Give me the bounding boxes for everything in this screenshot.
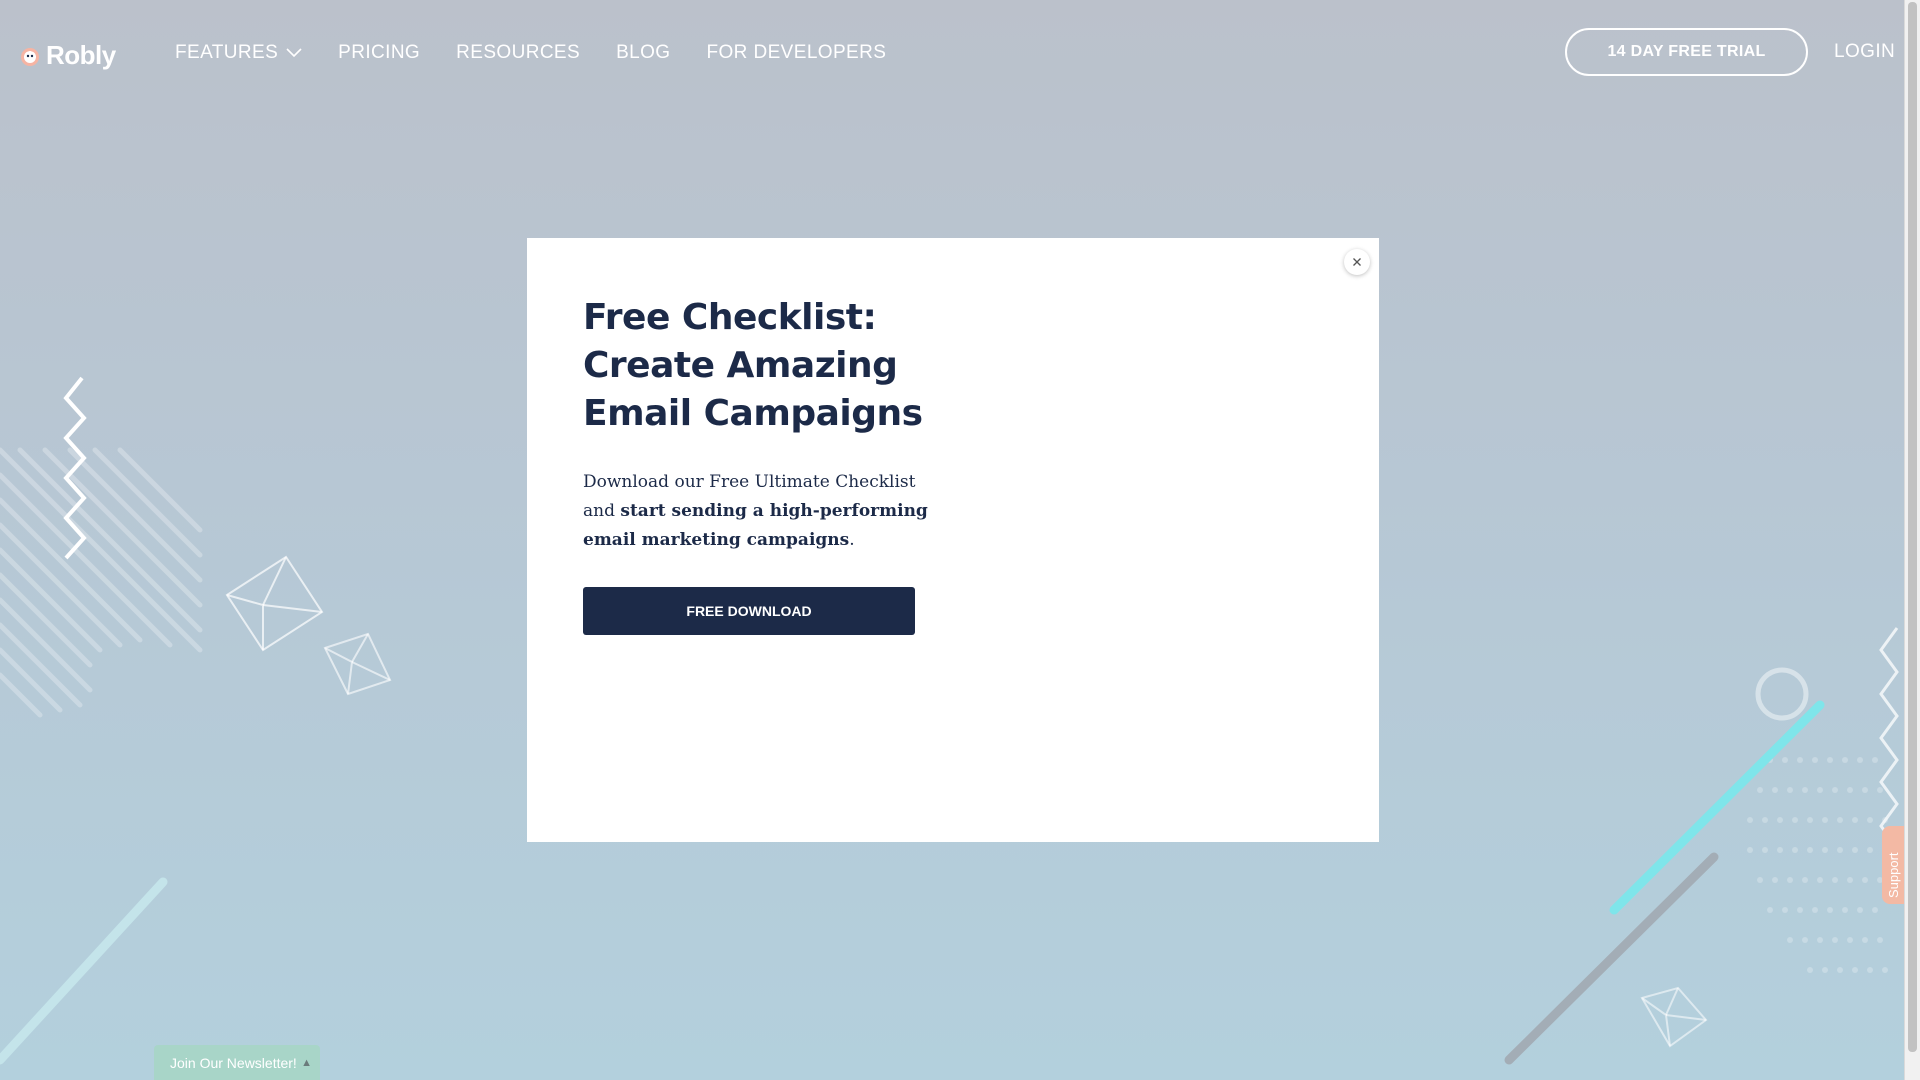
nav-item-pricing[interactable]: PRICING [338,42,420,64]
nav-item-label: FOR DEVELOPERS [706,42,887,63]
nav-item-label: BLOG [616,42,671,63]
decorative-shapes-right [1504,627,1899,1065]
logo-text: Robly [46,40,116,70]
modal-title: Free Checklist: Create Amazing Email Cam… [583,297,923,434]
nav-item-features[interactable]: FEATURES [175,42,302,64]
chevron-down-icon [286,48,302,58]
newsletter-label: Join Our Newsletter! [170,1054,297,1071]
modal-description: Download our Free Ultimate Checklist and… [583,468,943,555]
main-nav: FEATURES PRICING RESOURCES BLOG FOR DEVE… [175,42,922,64]
nav-item-label: PRICING [338,42,421,63]
nav-item-for-developers[interactable]: FOR DEVELOPERS [707,42,887,64]
arrow-up-icon: ▲ [301,1056,312,1069]
description-end: . [849,530,855,550]
close-button[interactable] [1344,249,1370,275]
support-tab[interactable]: Support [1882,826,1905,904]
nav-item-label: RESOURCES [456,42,581,63]
checklist-modal: Free Checklist: Create Amazing Email Cam… [527,238,1379,842]
decorative-shapes-left [0,376,392,1065]
free-trial-button[interactable]: 14 DAY FREE TRIAL [1565,28,1808,76]
newsletter-tab[interactable]: Join Our Newsletter! ▲ [154,1045,320,1080]
description-highlight: start sending a high-performing email ma… [583,501,928,550]
site-header: Robly FEATURES PRICING RESOURCES BLOG FO… [0,0,1905,106]
login-link[interactable]: LOGIN [1834,41,1895,63]
robly-mascot-icon [21,47,39,66]
button-label: FREE DOWNLOAD [686,603,812,619]
scrollbar-thumb[interactable] [1908,2,1917,1052]
robly-logo[interactable]: Robly [18,40,116,71]
nav-item-label: FEATURES [175,42,279,63]
support-label: Support [1886,852,1901,898]
page-scrollbar[interactable] [1904,0,1920,1080]
nav-item-resources[interactable]: RESOURCES [456,42,580,64]
nav-item-blog[interactable]: BLOG [616,42,670,64]
free-download-button[interactable]: FREE DOWNLOAD [583,587,915,635]
close-icon [1353,258,1361,266]
